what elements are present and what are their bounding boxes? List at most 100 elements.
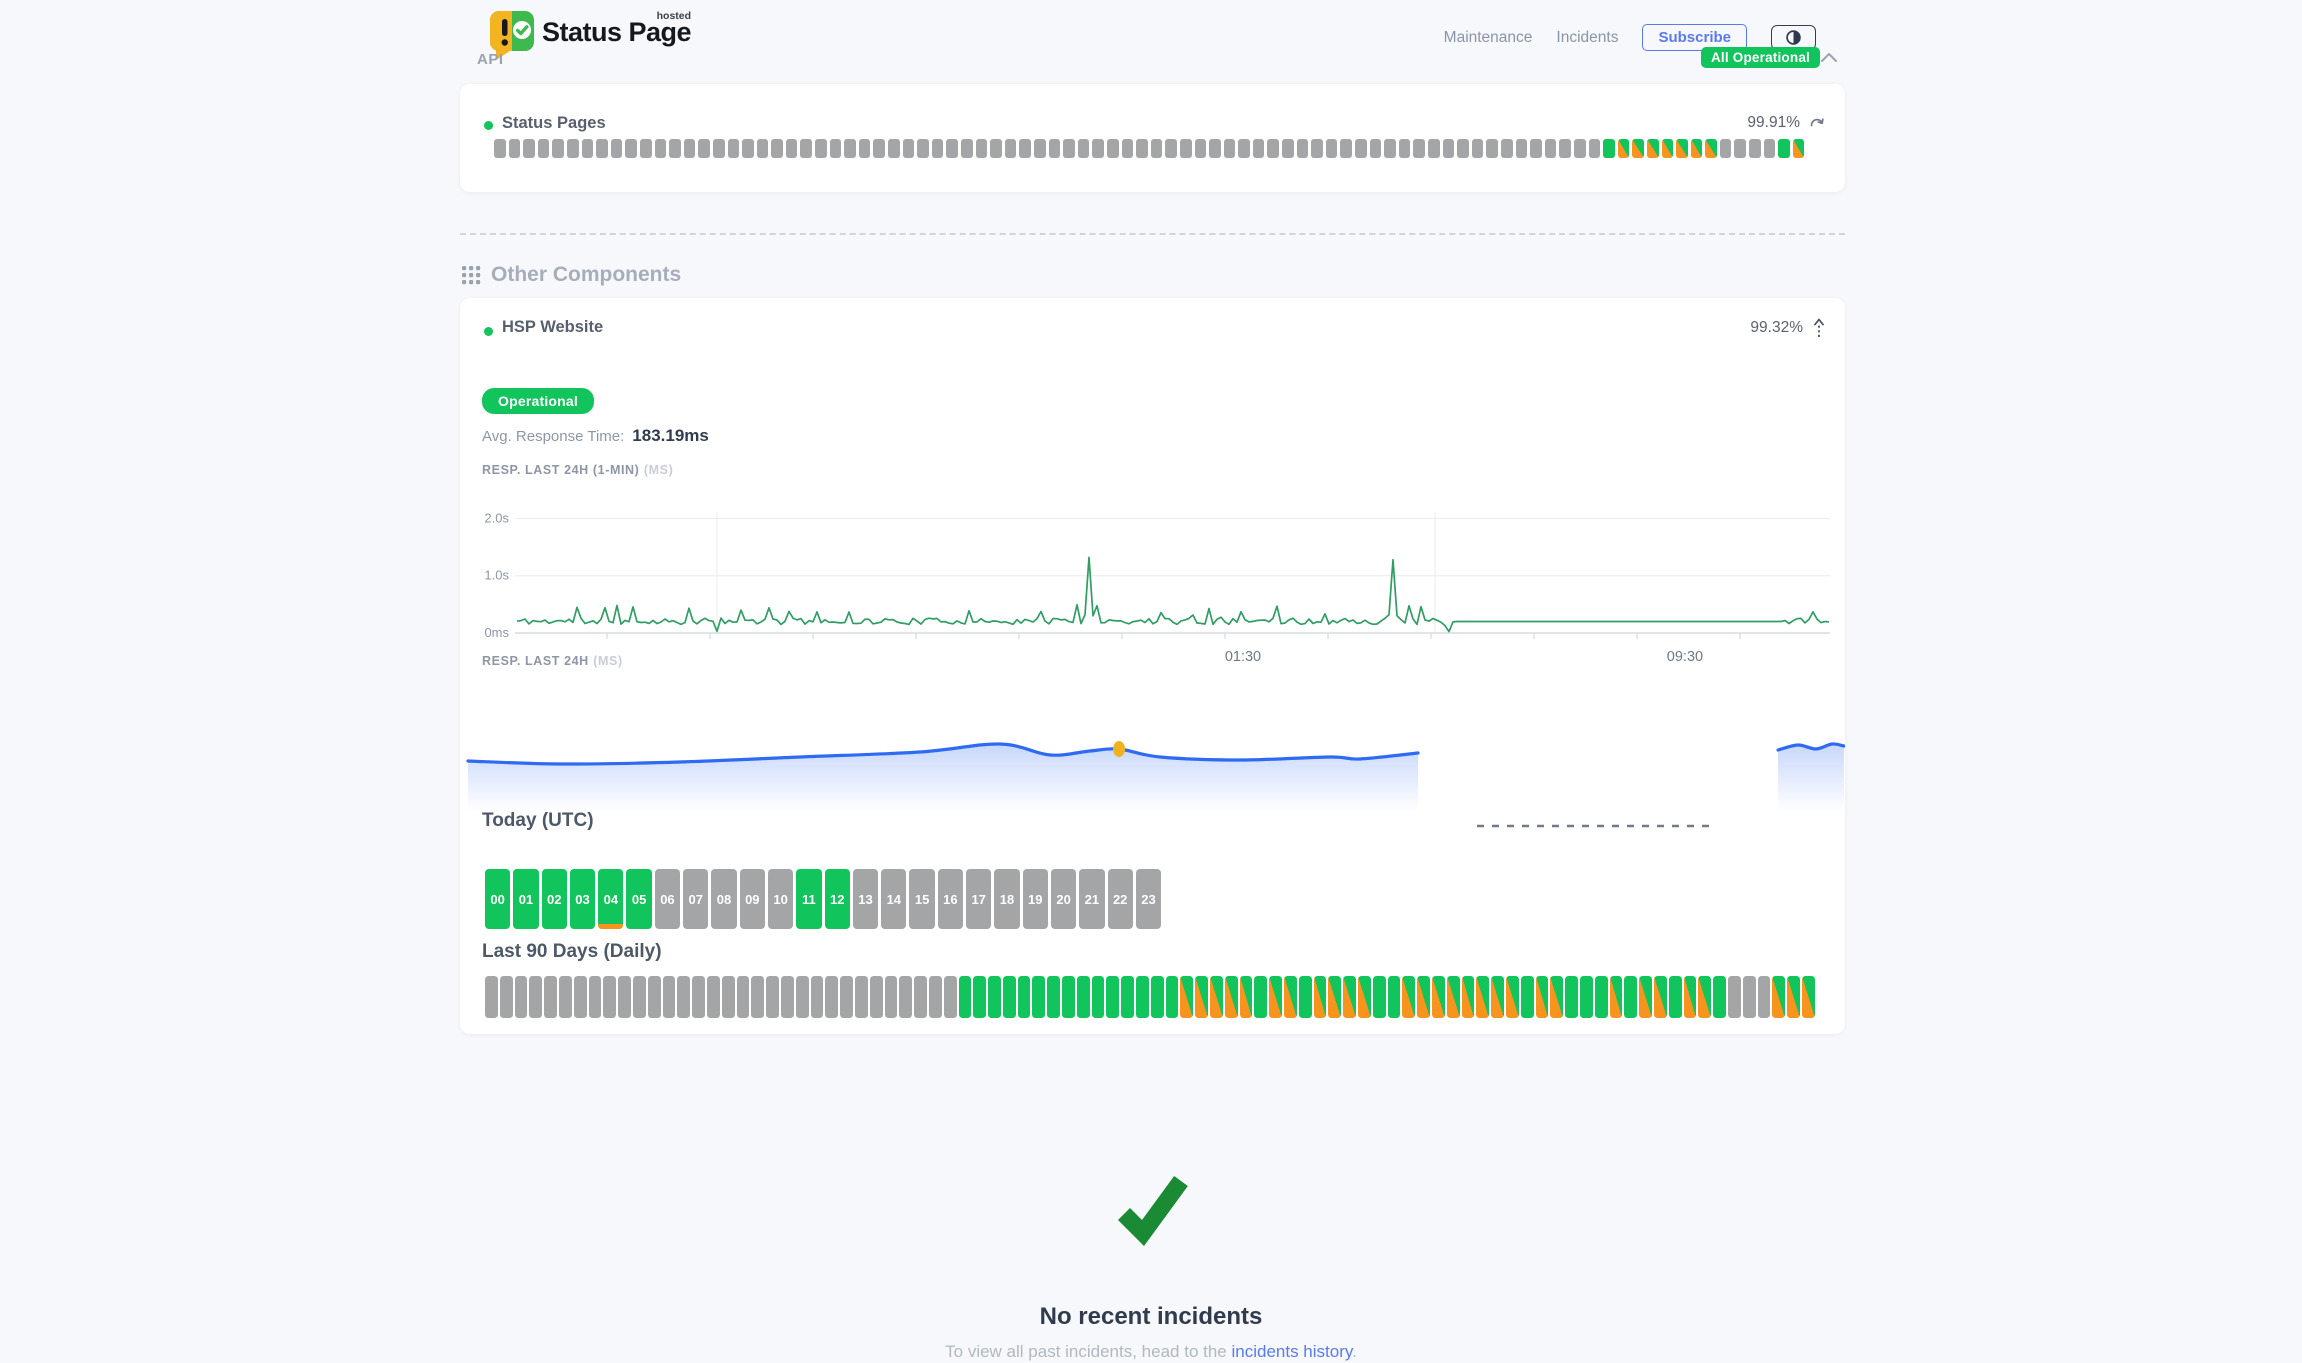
uptime-bar[interactable] bbox=[1240, 976, 1253, 1018]
uptime-bar[interactable] bbox=[1180, 139, 1192, 158]
uptime-bar[interactable] bbox=[1297, 139, 1309, 158]
hour-cell[interactable]: 13 bbox=[853, 869, 878, 929]
uptime-bar[interactable] bbox=[1326, 139, 1338, 158]
uptime-bar[interactable] bbox=[885, 976, 898, 1018]
uptime-bar[interactable] bbox=[1328, 976, 1341, 1018]
uptime-bar[interactable] bbox=[899, 976, 912, 1018]
uptime-bar[interactable] bbox=[1787, 976, 1800, 1018]
uptime-bar[interactable] bbox=[990, 139, 1002, 158]
uptime-bar[interactable] bbox=[1107, 139, 1119, 158]
uptime-bar[interactable] bbox=[1624, 976, 1637, 1018]
uptime-bar[interactable] bbox=[692, 976, 705, 1018]
uptime-bar[interactable] bbox=[1669, 976, 1682, 1018]
uptime-bar[interactable] bbox=[1559, 139, 1571, 158]
uptime-bar[interactable] bbox=[1092, 976, 1105, 1018]
uptime-bar[interactable] bbox=[589, 976, 602, 1018]
uptime-bar[interactable] bbox=[1092, 139, 1104, 158]
hour-cell[interactable]: 01 bbox=[513, 869, 538, 929]
uptime-bar[interactable] bbox=[830, 139, 842, 158]
uptime-bar[interactable] bbox=[1311, 139, 1323, 158]
hour-cell[interactable]: 04 bbox=[598, 869, 623, 929]
uptime-bar[interactable] bbox=[929, 976, 942, 1018]
uptime-bar[interactable] bbox=[786, 139, 798, 158]
uptime-bar[interactable] bbox=[1267, 139, 1279, 158]
uptime-bar[interactable] bbox=[1047, 976, 1060, 1018]
uptime-bar[interactable] bbox=[1209, 139, 1221, 158]
uptime-bar[interactable] bbox=[1003, 976, 1016, 1018]
uptime-bar[interactable] bbox=[648, 976, 661, 1018]
uptime-bar[interactable] bbox=[1136, 139, 1148, 158]
uptime-bar[interactable] bbox=[1749, 139, 1761, 158]
hour-cell[interactable]: 23 bbox=[1136, 869, 1161, 929]
uptime-bar[interactable] bbox=[1269, 976, 1282, 1018]
uptime-bar[interactable] bbox=[859, 139, 871, 158]
uptime-bar[interactable] bbox=[618, 976, 631, 1018]
uptime-bar[interactable] bbox=[1018, 976, 1031, 1018]
hour-cell[interactable]: 22 bbox=[1108, 869, 1133, 929]
uptime-bar[interactable] bbox=[1618, 139, 1630, 158]
uptime-bar[interactable] bbox=[1647, 139, 1659, 158]
uptime-bar[interactable] bbox=[1595, 976, 1608, 1018]
uptime-bar[interactable] bbox=[1676, 139, 1688, 158]
uptime-bar[interactable] bbox=[582, 139, 594, 158]
hour-cell[interactable]: 05 bbox=[626, 869, 651, 929]
uptime-bar[interactable] bbox=[844, 139, 856, 158]
uptime-bar[interactable] bbox=[914, 976, 927, 1018]
uptime-bar[interactable] bbox=[529, 976, 542, 1018]
uptime-bar[interactable] bbox=[1388, 976, 1401, 1018]
uptime-bar[interactable] bbox=[1610, 976, 1623, 1018]
uptime-bar[interactable] bbox=[1195, 139, 1207, 158]
collapse-arrow-icon[interactable] bbox=[1812, 317, 1826, 339]
uptime-bar[interactable] bbox=[766, 976, 779, 1018]
uptime-bar[interactable] bbox=[1758, 976, 1771, 1018]
uptime-bar[interactable] bbox=[1521, 976, 1534, 1018]
uptime-bar[interactable] bbox=[1402, 976, 1415, 1018]
uptime-bar[interactable] bbox=[1684, 976, 1697, 1018]
uptime-bar[interactable] bbox=[1340, 139, 1352, 158]
uptime-bar[interactable] bbox=[815, 139, 827, 158]
uptime-bar[interactable] bbox=[1550, 976, 1563, 1018]
uptime-bar[interactable] bbox=[1077, 976, 1090, 1018]
uptime-bar[interactable] bbox=[944, 976, 957, 1018]
uptime-bar[interactable] bbox=[1428, 139, 1440, 158]
response-time-line-chart[interactable]: 2.0s1.0s0ms01:3009:30 bbox=[480, 500, 1840, 670]
uptime-bar[interactable] bbox=[1282, 139, 1294, 158]
hour-cell[interactable]: 00 bbox=[485, 869, 510, 929]
chevron-up-icon[interactable] bbox=[1820, 51, 1838, 63]
uptime-bar[interactable] bbox=[655, 139, 667, 158]
uptime-bar[interactable] bbox=[1384, 139, 1396, 158]
chart-marker-dot[interactable] bbox=[1113, 741, 1125, 757]
uptime-bar[interactable] bbox=[1106, 976, 1119, 1018]
hour-cell[interactable]: 07 bbox=[683, 869, 708, 929]
uptime-bar[interactable] bbox=[640, 139, 652, 158]
uptime-bar[interactable] bbox=[596, 139, 608, 158]
hour-cell[interactable]: 16 bbox=[938, 869, 963, 929]
uptime-bar[interactable] bbox=[1476, 976, 1489, 1018]
uptime-bar[interactable] bbox=[1019, 139, 1031, 158]
uptime-bar[interactable] bbox=[1343, 976, 1356, 1018]
uptime-bar[interactable] bbox=[1705, 139, 1717, 158]
uptime-bar[interactable] bbox=[742, 139, 754, 158]
uptime-bar[interactable] bbox=[903, 139, 915, 158]
uptime-bar[interactable] bbox=[976, 139, 988, 158]
hour-cell[interactable]: 03 bbox=[570, 869, 595, 929]
uptime-bar[interactable] bbox=[1254, 976, 1267, 1018]
uptime-bar[interactable] bbox=[1165, 139, 1177, 158]
uptime-bar[interactable] bbox=[574, 976, 587, 1018]
uptime-bar[interactable] bbox=[611, 139, 623, 158]
uptime-bar[interactable] bbox=[1491, 976, 1504, 1018]
uptime-bar[interactable] bbox=[1355, 139, 1367, 158]
uptime-bar[interactable] bbox=[1224, 139, 1236, 158]
uptime-bar[interactable] bbox=[1574, 139, 1586, 158]
hour-cell[interactable]: 02 bbox=[542, 869, 567, 929]
refresh-icon[interactable] bbox=[1809, 116, 1826, 131]
uptime-bar[interactable] bbox=[811, 976, 824, 1018]
uptime-bar[interactable] bbox=[707, 976, 720, 1018]
uptime-bar[interactable] bbox=[1516, 139, 1528, 158]
uptime-bar[interactable] bbox=[1314, 976, 1327, 1018]
uptime-bar[interactable] bbox=[737, 976, 750, 1018]
uptime-bar[interactable] bbox=[1589, 139, 1601, 158]
hour-cell[interactable]: 20 bbox=[1051, 869, 1076, 929]
uptime-bar[interactable] bbox=[1443, 139, 1455, 158]
uptime-bar[interactable] bbox=[1802, 976, 1815, 1018]
